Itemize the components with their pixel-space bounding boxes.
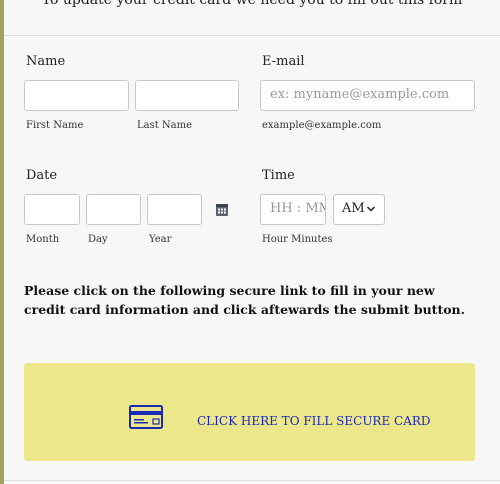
ampm-value: AM bbox=[342, 201, 365, 216]
email-placeholder: ex: myname@example.com bbox=[270, 87, 450, 102]
year-input[interactable] bbox=[147, 194, 202, 225]
instructions-text: Please click on the following secure lin… bbox=[24, 283, 465, 317]
secure-card-link[interactable]: CLICK HERE TO FILL SECURE CARD bbox=[197, 414, 431, 428]
month-input[interactable] bbox=[24, 194, 80, 225]
time-sublabel: Hour Minutes bbox=[262, 234, 333, 245]
email-label: E-mail bbox=[262, 54, 305, 69]
footer-divider bbox=[4, 480, 500, 481]
month-sublabel: Month bbox=[26, 234, 60, 245]
header-divider bbox=[4, 35, 500, 36]
chevron-down-icon bbox=[366, 206, 376, 212]
email-sublabel: example@example.com bbox=[262, 120, 382, 131]
name-label: Name bbox=[26, 54, 66, 69]
date-label: Date bbox=[26, 168, 58, 183]
first-name-input[interactable] bbox=[24, 80, 129, 111]
time-label: Time bbox=[262, 168, 295, 183]
ampm-select[interactable]: AM bbox=[333, 194, 385, 225]
last-name-sublabel: Last Name bbox=[137, 120, 193, 131]
year-sublabel: Year bbox=[149, 234, 172, 245]
time-placeholder: HH : MM bbox=[270, 201, 325, 216]
form-header-text: To update your credit card we need you t… bbox=[41, 0, 463, 8]
day-sublabel: Day bbox=[88, 234, 108, 245]
secure-card-panel: CLICK HERE TO FILL SECURE CARD bbox=[24, 363, 475, 461]
last-name-input[interactable] bbox=[135, 80, 239, 111]
credit-card-icon[interactable] bbox=[129, 405, 163, 429]
form-card: To update your credit card we need you t… bbox=[4, 0, 500, 484]
day-input[interactable] bbox=[86, 194, 141, 225]
time-input[interactable]: HH : MM bbox=[260, 194, 326, 225]
calendar-icon[interactable] bbox=[210, 198, 234, 222]
first-name-sublabel: First Name bbox=[26, 120, 84, 131]
email-input[interactable]: ex: myname@example.com bbox=[260, 80, 475, 111]
